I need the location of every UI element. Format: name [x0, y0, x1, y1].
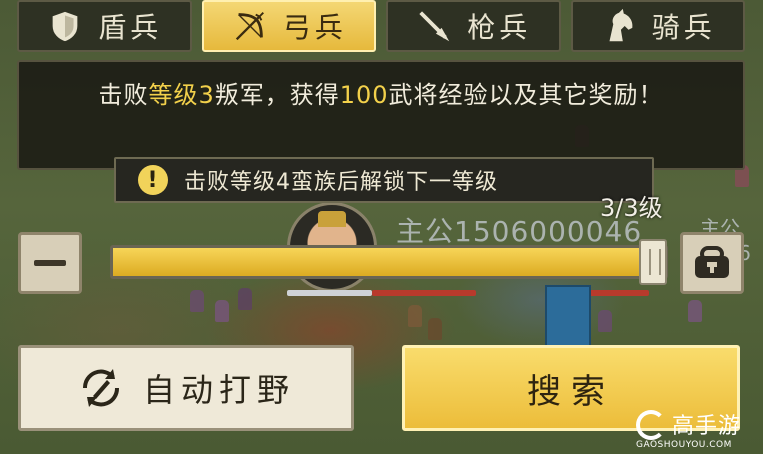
tab-spear[interactable]: 枪兵 [386, 0, 561, 52]
watermark: 高手游 GAOSHOUYOU.COM [634, 408, 760, 452]
shield-icon [50, 9, 80, 44]
soldier-unit [598, 310, 612, 332]
locked-increase-button[interactable] [680, 232, 744, 294]
warning-icon: ! [138, 165, 168, 195]
tab-label: 骑兵 [651, 11, 716, 44]
soldier-unit [428, 318, 442, 340]
watermark-brand: 高手游 [672, 414, 742, 439]
search-label: 搜索 [527, 371, 615, 412]
slider-fill [113, 248, 665, 276]
auto-hunt-label: 自动打野 [142, 371, 295, 409]
bow-icon [235, 12, 264, 41]
tab-cavalry[interactable]: 骑兵 [570, 0, 745, 52]
brand-logo-icon [636, 410, 666, 440]
tab-label: 枪兵 [467, 11, 532, 44]
auto-battle-icon [82, 369, 119, 407]
reward-description: 击败等级3叛军，获得100武将经验以及其它奖励！ [17, 60, 745, 170]
hint-text: 击败等级4蛮族后解锁下一等级 [184, 170, 498, 195]
soldier-unit [688, 300, 702, 322]
army-bar [372, 290, 476, 296]
minus-icon [34, 260, 66, 266]
desc-exp-highlight: 100 [339, 81, 389, 109]
tab-shield[interactable]: 盾兵 [17, 0, 192, 52]
desc-text: 叛军，获得 [214, 81, 340, 109]
auto-hunt-button[interactable]: 自动打野 [18, 345, 354, 431]
soldier-unit [190, 290, 204, 312]
soldier-unit [215, 300, 229, 322]
level-indicator: 3/3级 [600, 194, 663, 222]
slider-handle[interactable] [639, 239, 667, 285]
soldier-unit [408, 305, 422, 327]
horse-icon [609, 8, 633, 42]
unlock-hint: ! 击败等级4蛮族后解锁下一等级 [114, 157, 654, 203]
tab-label: 弓兵 [282, 11, 347, 44]
tab-archer[interactable]: 弓兵 [201, 0, 376, 52]
watermark-url: GAOSHOUYOU.COM [636, 440, 732, 450]
desc-level-highlight: 等级3 [148, 81, 215, 109]
troop-type-tabs: 盾兵 弓兵 枪兵 骑兵 [17, 0, 745, 56]
lock-icon [695, 246, 729, 278]
soldier-unit [238, 288, 252, 310]
decrease-level-button[interactable] [18, 232, 82, 294]
desc-text: 武将经验以及其它奖励！ [388, 81, 664, 109]
army-banner [545, 285, 591, 349]
tab-label: 盾兵 [98, 11, 163, 44]
spear-icon [419, 11, 450, 42]
level-slider[interactable] [110, 239, 668, 285]
desc-text: 击败 [98, 81, 149, 109]
health-bar [287, 290, 372, 296]
